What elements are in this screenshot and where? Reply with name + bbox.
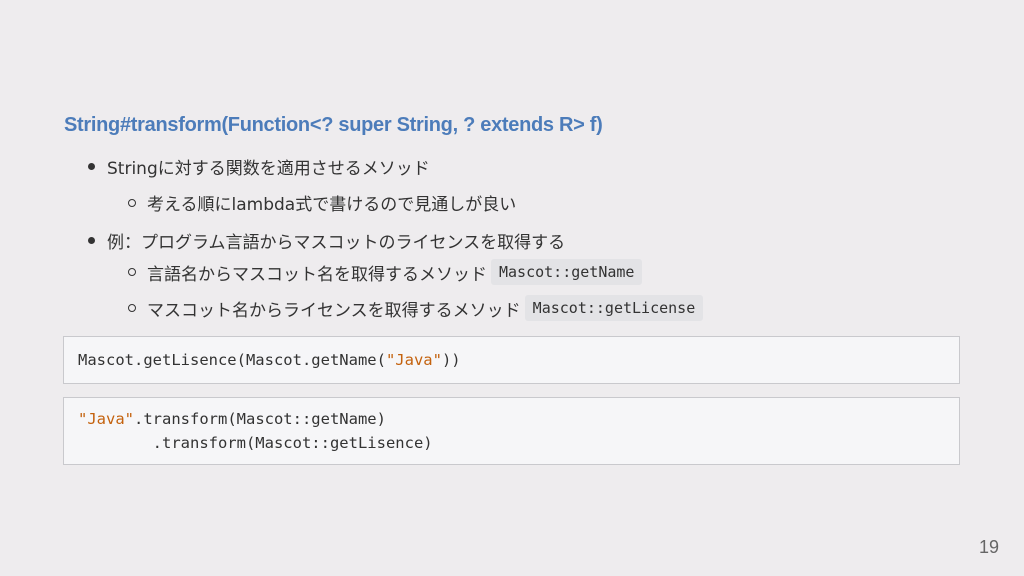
sub-bullet-text: 言語名からマスコット名を取得するメソッド <box>147 264 487 285</box>
sub-bullet-circle-icon <box>128 268 136 276</box>
code-line: "Java".transform(Mascot::getName) <box>78 407 945 431</box>
sub-bullet-text: 考える順にlambda式で書けるので見通しが良い <box>147 195 517 215</box>
sub-bullet-text: マスコット名からライセンスを取得するメソッド <box>147 300 521 321</box>
page-number: 19 <box>978 537 999 557</box>
code-string-literal: "Java" <box>78 410 134 428</box>
bullet-item: Stringに対する関数を適用させるメソッド <box>88 154 430 179</box>
code-line: Mascot.getLisence(Mascot.getName("Java")… <box>78 348 945 372</box>
slide: String#transform(Function<? super String… <box>0 0 1024 576</box>
sub-bullet-item: 言語名からマスコット名を取得するメソッド Mascot::getName <box>128 259 643 285</box>
bullet-dot-icon <box>88 237 95 244</box>
code-string-literal: "Java" <box>385 351 442 369</box>
sub-bullet-item: マスコット名からライセンスを取得するメソッド Mascot::getLicens… <box>128 295 704 321</box>
code-text: .transform(Mascot::getName) <box>134 410 386 428</box>
sub-bullet-circle-icon <box>128 198 136 207</box>
bullet-item: 例：プログラム言語からマスコットのライセンスを取得する <box>88 228 565 253</box>
code-text: )) <box>441 351 461 369</box>
sub-bullet-item: 考える順にlambda式で書けるので見通しが良い <box>128 190 516 215</box>
bullet-text: Stringに対する関数を適用させるメソッド <box>107 159 430 179</box>
inline-code: Mascot::getLicense <box>524 295 704 321</box>
bullet-text: 例：プログラム言語からマスコットのライセンスを取得する <box>107 233 566 253</box>
code-text: Mascot.getLisence(Mascot.getName( <box>78 351 386 369</box>
code-block: "Java".transform(Mascot::getName) .trans… <box>63 397 960 465</box>
slide-title: String#transform(Function<? super String… <box>64 114 603 136</box>
inline-code: Mascot::getName <box>491 259 643 285</box>
sub-bullet-circle-icon <box>128 304 136 312</box>
code-line: .transform(Mascot::getLisence) <box>78 434 433 452</box>
bullet-dot-icon <box>88 163 95 170</box>
code-block: Mascot.getLisence(Mascot.getName("Java")… <box>63 336 960 384</box>
